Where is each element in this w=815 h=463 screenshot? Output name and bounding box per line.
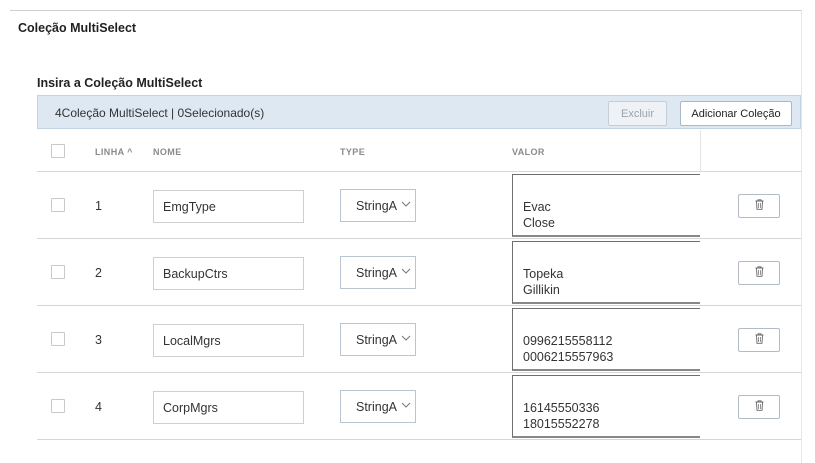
section-title: Coleção MultiSelect bbox=[18, 21, 137, 35]
chevron-down-icon bbox=[401, 199, 411, 212]
type-select-value: StringA bbox=[356, 198, 397, 213]
type-select[interactable]: StringA bbox=[340, 256, 416, 289]
name-input[interactable] bbox=[153, 257, 304, 290]
valor-line: Gillikin bbox=[523, 283, 560, 297]
delete-row-button[interactable] bbox=[738, 328, 780, 352]
row-checkbox[interactable] bbox=[51, 332, 65, 346]
row-number: 3 bbox=[95, 333, 102, 347]
delete-row-button[interactable] bbox=[738, 194, 780, 218]
type-select[interactable]: StringA bbox=[340, 390, 416, 423]
column-header-nome: NOME bbox=[153, 147, 182, 157]
delete-row-button[interactable] bbox=[738, 261, 780, 285]
trash-icon bbox=[755, 197, 764, 215]
chevron-down-icon bbox=[401, 400, 411, 413]
chevron-down-icon bbox=[401, 333, 411, 346]
valor-line: Evac bbox=[523, 200, 551, 214]
row-checkbox[interactable] bbox=[51, 198, 65, 212]
table-header: LINHA ^ NOME TYPE VALOR bbox=[37, 130, 801, 172]
name-input[interactable] bbox=[153, 391, 304, 424]
table-row: 1 StringA Evac Close bbox=[37, 172, 801, 239]
valor-line: 0006215557963 bbox=[523, 350, 614, 364]
valor-line: Topeka bbox=[523, 267, 564, 281]
name-input[interactable] bbox=[153, 190, 304, 223]
row-number: 1 bbox=[95, 199, 102, 213]
value-textarea[interactable]: 0996215558112 0006215557963 bbox=[512, 308, 700, 371]
selection-summary: 4Coleção MultiSelect | 0Selecionado(s) bbox=[55, 106, 265, 120]
select-all-checkbox[interactable] bbox=[51, 144, 65, 158]
trash-icon bbox=[755, 331, 764, 349]
type-select[interactable]: StringA bbox=[340, 323, 416, 356]
panel-title: Insira a Coleção MultiSelect bbox=[37, 76, 203, 90]
delete-row-button[interactable] bbox=[738, 395, 780, 419]
type-select-value: StringA bbox=[356, 265, 397, 280]
trash-icon bbox=[755, 264, 764, 282]
valor-line: Close bbox=[523, 216, 555, 230]
type-select-value: StringA bbox=[356, 332, 397, 347]
row-checkbox[interactable] bbox=[51, 399, 65, 413]
name-input[interactable] bbox=[153, 324, 304, 357]
table-row: 4 StringA 16145550336 18015552278 bbox=[37, 373, 801, 440]
chevron-down-icon bbox=[401, 266, 411, 279]
valor-line: 0996215558112 bbox=[523, 334, 613, 348]
value-textarea[interactable]: 16145550336 18015552278 bbox=[512, 375, 700, 438]
value-textarea[interactable]: Topeka Gillikin bbox=[512, 241, 700, 304]
type-select-value: StringA bbox=[356, 399, 397, 414]
table-row: 2 StringA Topeka Gillikin bbox=[37, 239, 801, 306]
column-header-linha[interactable]: LINHA ^ bbox=[95, 147, 133, 157]
column-header-type: TYPE bbox=[340, 147, 366, 157]
row-checkbox[interactable] bbox=[51, 265, 65, 279]
collection-toolbar: 4Coleção MultiSelect | 0Selecionado(s) E… bbox=[37, 95, 801, 129]
type-select[interactable]: StringA bbox=[340, 189, 416, 222]
row-number: 2 bbox=[95, 266, 102, 280]
trash-icon bbox=[755, 398, 764, 416]
row-number: 4 bbox=[95, 400, 102, 414]
column-divider bbox=[700, 130, 701, 172]
table-row: 3 StringA 0996215558112 0006215557963 bbox=[37, 306, 801, 373]
valor-line: 16145550336 bbox=[523, 401, 600, 415]
valor-line: 18015552278 bbox=[523, 417, 600, 431]
add-collection-button[interactable]: Adicionar Coleção bbox=[680, 101, 792, 126]
column-header-valor: VALOR bbox=[512, 147, 545, 157]
delete-button[interactable]: Excluir bbox=[608, 101, 667, 126]
value-textarea[interactable]: Evac Close bbox=[512, 174, 700, 237]
